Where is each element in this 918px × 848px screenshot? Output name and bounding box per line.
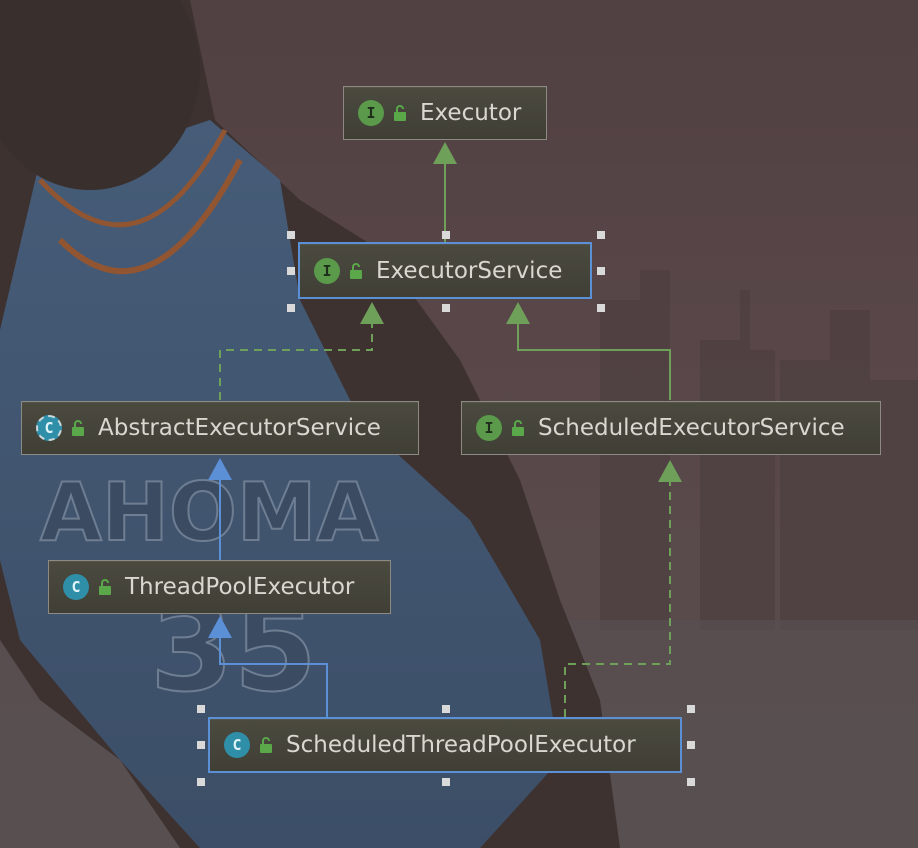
resize-handle[interactable] — [687, 778, 695, 786]
resize-handle[interactable] — [442, 778, 450, 786]
resize-handle[interactable] — [287, 231, 295, 239]
edge-scheduledthreadpool-scheduledexecutorservice — [564, 460, 682, 717]
node-label: AbstractExecutorService — [98, 415, 381, 441]
interface-icon: I — [358, 100, 384, 126]
resize-handle[interactable] — [597, 304, 605, 312]
resize-handle[interactable] — [287, 304, 295, 312]
resize-handle[interactable] — [597, 267, 605, 275]
node-abstract-executor-service[interactable]: C AbstractExecutorService — [21, 401, 419, 455]
unlocked-public-icon — [99, 579, 111, 595]
node-executor[interactable]: I Executor — [343, 86, 547, 140]
uml-diagram-canvas[interactable]: AHOMA 35 I Executor I ExecutorService C … — [0, 0, 918, 848]
edge-scheduledthreadpool-threadpool — [208, 616, 328, 717]
node-label: ScheduledExecutorService — [538, 415, 845, 441]
resize-handle[interactable] — [197, 705, 205, 713]
node-label: Executor — [420, 100, 522, 126]
node-scheduled-executor-service[interactable]: I ScheduledExecutorService — [461, 401, 881, 455]
interface-icon: I — [314, 257, 340, 284]
unlocked-public-icon — [350, 262, 362, 279]
resize-handle[interactable] — [197, 741, 205, 749]
edge-threadpool-abstract — [208, 458, 232, 560]
node-executor-service[interactable]: I ExecutorService — [298, 242, 592, 299]
interface-icon: I — [476, 415, 502, 441]
class-icon: C — [224, 732, 250, 758]
unlocked-public-icon — [260, 737, 272, 753]
node-label: ExecutorService — [376, 257, 563, 284]
abstract-class-icon: C — [36, 415, 62, 441]
resize-handle[interactable] — [687, 741, 695, 749]
node-label: ScheduledThreadPoolExecutor — [286, 732, 636, 758]
resize-handle[interactable] — [287, 267, 295, 275]
resize-handle[interactable] — [197, 778, 205, 786]
node-scheduled-thread-pool-executor[interactable]: C ScheduledThreadPoolExecutor — [208, 717, 682, 773]
edge-executorservice-executor — [433, 142, 457, 242]
resize-handle[interactable] — [442, 705, 450, 713]
resize-handle[interactable] — [597, 231, 605, 239]
resize-handle[interactable] — [442, 231, 450, 239]
class-icon: C — [63, 574, 89, 600]
unlocked-public-icon — [394, 105, 406, 121]
edge-scheduledexecutorservice-executorservice — [506, 302, 671, 400]
node-thread-pool-executor[interactable]: C ThreadPoolExecutor — [48, 560, 391, 614]
node-label: ThreadPoolExecutor — [125, 574, 355, 600]
unlocked-public-icon — [512, 420, 524, 436]
edge-abstract-executorservice — [219, 302, 384, 400]
resize-handle[interactable] — [442, 304, 450, 312]
unlocked-public-icon — [72, 420, 84, 436]
resize-handle[interactable] — [687, 705, 695, 713]
